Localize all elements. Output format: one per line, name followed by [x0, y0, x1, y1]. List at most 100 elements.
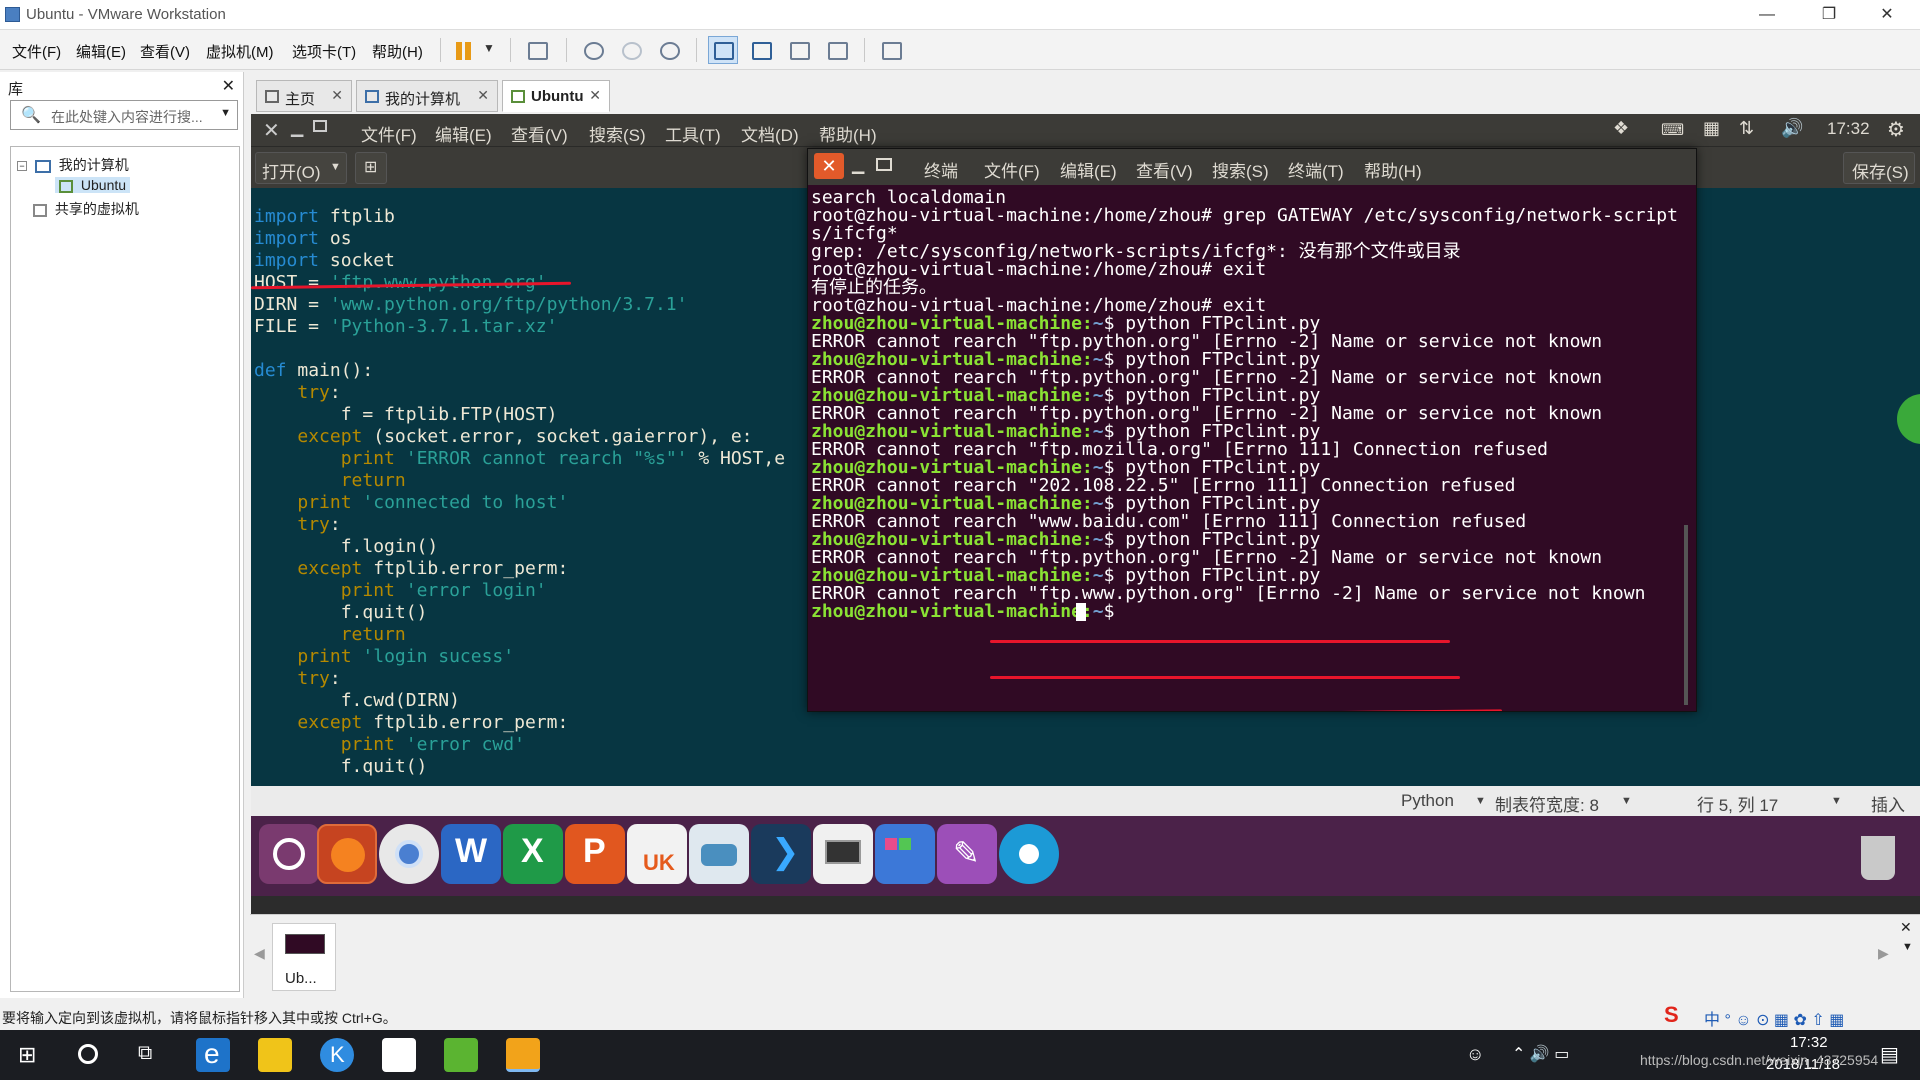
dvd-icon[interactable] — [999, 824, 1059, 884]
minimize-icon[interactable]: ▁ — [291, 118, 303, 138]
gedit-menu-search[interactable]: 搜索(S) — [589, 121, 646, 146]
edge-icon[interactable]: e — [196, 1038, 230, 1072]
send-ctrl-alt-del-icon[interactable] — [522, 36, 552, 64]
terminal-menu-search[interactable]: 搜索(S) — [1212, 157, 1269, 182]
wps-spreadsheet-icon[interactable]: X — [503, 824, 563, 884]
ubuntu-launcher-icon[interactable] — [259, 824, 319, 884]
search-dropdown-icon[interactable]: ▼ — [220, 107, 231, 119]
text-editor-icon[interactable]: ✎ — [937, 824, 997, 884]
volume-icon[interactable]: 🔊 — [1781, 118, 1803, 139]
people-icon[interactable]: ☺ — [1466, 1044, 1484, 1065]
software-center-icon[interactable]: UK — [627, 824, 687, 884]
windows-start-icon[interactable]: ⊞ — [18, 1042, 36, 1068]
ubuntu-clock[interactable]: 17:32 — [1827, 119, 1870, 139]
gedit-menu-help[interactable]: 帮助(H) — [819, 121, 877, 146]
restore-button[interactable]: ❐ — [1806, 2, 1852, 28]
minimize-button[interactable]: — — [1744, 2, 1790, 28]
unity-icon[interactable] — [822, 36, 852, 64]
chromium-icon[interactable] — [379, 824, 439, 884]
language-selector[interactable]: Python — [1401, 791, 1454, 811]
wps-writer-icon[interactable]: W — [441, 824, 501, 884]
terminal-menu-help[interactable]: 帮助(H) — [1364, 157, 1422, 182]
kugou-icon[interactable]: K — [320, 1038, 354, 1072]
menu-file[interactable]: 文件(F) — [12, 41, 61, 62]
ime-toolbar-icons[interactable]: 中 ° ☺ ⊙ ▦ ✿ ⇧ ▦ — [1704, 1006, 1844, 1030]
snapshot-icon[interactable] — [578, 36, 608, 64]
workspace-icon[interactable] — [875, 824, 935, 884]
task-view-icon[interactable]: ⧉ — [138, 1042, 152, 1065]
sticky-notes-icon[interactable] — [689, 824, 749, 884]
firefox-icon[interactable] — [317, 824, 377, 884]
tab-close-icon[interactable]: ✕ — [589, 87, 601, 104]
notification-icon[interactable]: ▤ — [1880, 1042, 1899, 1067]
terminal-minimize-icon[interactable]: ▁ — [852, 155, 864, 175]
laptop-icon[interactable] — [813, 824, 873, 884]
thumb-close-icon[interactable]: ✕ — [1900, 919, 1912, 936]
keyboard-icon[interactable]: ⌨ — [1661, 120, 1684, 140]
network-icon[interactable]: ⇅ — [1739, 118, 1754, 139]
new-tab-button[interactable]: ⊞ — [355, 152, 387, 184]
terminal-menu-view[interactable]: 查看(V) — [1136, 157, 1193, 182]
close-button[interactable]: ✕ — [1864, 2, 1910, 28]
library-search-input[interactable]: 🔍 在此处键入内容进行搜... ▼ — [10, 100, 238, 130]
terminal-output[interactable]: search localdomain root@zhou-virtual-mach… — [808, 185, 1696, 711]
menu-tabs[interactable]: 选项卡(T) — [292, 41, 356, 62]
tree-item-my-computer[interactable]: − 我的计算机 — [17, 155, 129, 175]
pause-button[interactable] — [448, 36, 478, 64]
menu-vm[interactable]: 虚拟机(M) — [206, 41, 274, 62]
dropbox-icon[interactable]: ❖ — [1613, 118, 1629, 139]
power-dropdown-icon[interactable]: ▼ — [478, 36, 496, 64]
close-icon[interactable]: ✕ — [263, 118, 280, 143]
tray-icons[interactable]: ⌃ 🔊 ▭ — [1512, 1044, 1569, 1064]
terminal-launcher-icon[interactable]: ❯ — [751, 824, 811, 884]
revert-snapshot-icon[interactable] — [616, 36, 646, 64]
save-button[interactable]: 保存(S) — [1843, 152, 1915, 184]
menu-view[interactable]: 查看(V) — [140, 41, 190, 62]
tree-item-ubuntu[interactable]: Ubuntu — [55, 177, 131, 193]
calendar-icon[interactable]: ▦ — [1703, 118, 1720, 139]
gedit-menu-view[interactable]: 查看(V) — [511, 121, 568, 146]
gedit-menu-edit[interactable]: 编辑(E) — [435, 121, 492, 146]
tab-my-computer[interactable]: 我的计算机 ✕ — [356, 80, 498, 112]
terminal-menu-file[interactable]: 文件(F) — [984, 157, 1040, 182]
show-library-icon[interactable] — [708, 36, 738, 64]
vm-screen[interactable]: ✕ ▁ 文件(F) 编辑(E) 查看(V) 搜索(S) 工具(T) 文档(D) … — [251, 114, 1920, 917]
thumb-scroll-right-icon[interactable]: ▶ — [1878, 945, 1889, 962]
vmware-taskbar-icon[interactable] — [506, 1038, 540, 1072]
trash-icon[interactable] — [1847, 824, 1907, 884]
gedit-menu-tools[interactable]: 工具(T) — [665, 121, 721, 146]
tree-item-shared-vms[interactable]: 共享的虚拟机 — [33, 199, 139, 219]
tab-home[interactable]: 主页 ✕ — [256, 80, 352, 112]
terminal-window[interactable]: ✕ ▁ 终端 文件(F) 编辑(E) 查看(V) 搜索(S) 终端(T) 帮助(… — [807, 148, 1697, 712]
terminal-scrollbar[interactable] — [1684, 525, 1688, 705]
terminal-maximize-icon[interactable] — [876, 158, 892, 171]
store-icon[interactable] — [258, 1038, 292, 1072]
terminal-menu-terminal[interactable]: 终端(T) — [1288, 157, 1344, 182]
snapshot-manager-icon[interactable] — [654, 36, 684, 64]
gedit-menu-documents[interactable]: 文档(D) — [741, 121, 799, 146]
menu-help[interactable]: 帮助(H) — [372, 41, 423, 62]
terminal-close-icon[interactable]: ✕ — [814, 153, 844, 179]
sogou-ime-icon[interactable]: S — [1664, 1002, 1679, 1028]
tab-close-icon[interactable]: ✕ — [477, 87, 489, 104]
ubuntu-thumbnail[interactable]: Ub... — [272, 923, 336, 991]
terminal-menu-edit[interactable]: 编辑(E) — [1060, 157, 1117, 182]
menu-edit[interactable]: 编辑(E) — [76, 41, 126, 62]
tab-ubuntu[interactable]: Ubuntu ✕ — [502, 80, 610, 112]
tab-width-selector[interactable]: 制表符宽度: 8 — [1495, 791, 1599, 816]
wps-presentation-icon[interactable]: P — [565, 824, 625, 884]
open-button[interactable]: 打开(O) ▼ — [255, 152, 347, 184]
gedit-menu-file[interactable]: 文件(F) — [361, 121, 417, 146]
settings-gear-icon[interactable]: ⚙ — [1887, 117, 1905, 142]
library-close-icon[interactable]: ✕ — [222, 76, 235, 96]
search-icon[interactable] — [78, 1044, 98, 1064]
full-screen-icon[interactable] — [784, 36, 814, 64]
console-view-icon[interactable] — [876, 36, 906, 64]
media-player-icon[interactable] — [444, 1038, 478, 1072]
taskbar-time[interactable]: 17:32 — [1790, 1034, 1828, 1051]
thumb-scroll-left-icon[interactable]: ◀ — [254, 945, 265, 962]
mail-icon[interactable] — [382, 1038, 416, 1072]
thumb-dropdown-icon[interactable]: ▼ — [1902, 941, 1913, 953]
tab-close-icon[interactable]: ✕ — [331, 87, 343, 104]
maximize-icon[interactable] — [313, 120, 327, 132]
